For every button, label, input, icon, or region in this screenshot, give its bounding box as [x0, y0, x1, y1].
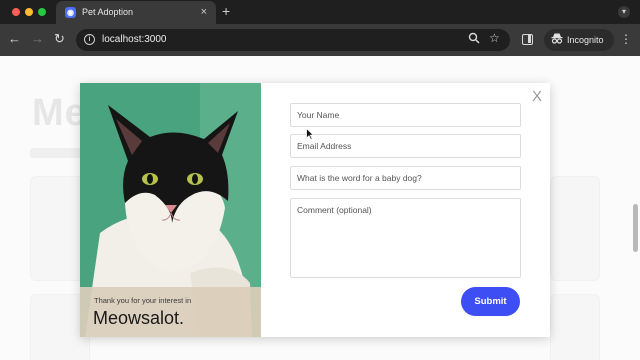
browser-menu-icon[interactable]: ⋮	[620, 32, 632, 46]
caption-intro-text: Thank you for your interest in	[94, 296, 192, 305]
browser-tab-bar: ◉ Pet Adoption × + ▾	[0, 0, 640, 24]
security-question-input[interactable]	[290, 166, 521, 190]
tab-close-icon[interactable]: ×	[201, 6, 207, 18]
tab-title: Pet Adoption	[82, 7, 134, 17]
adoption-modal: Thank you for your interest in Meowsalot…	[80, 83, 550, 337]
minimize-window-button[interactable]	[25, 8, 33, 16]
maximize-window-button[interactable]	[38, 8, 46, 16]
new-tab-button[interactable]: +	[222, 4, 230, 18]
reload-button[interactable]: ↻	[54, 32, 65, 46]
submit-button[interactable]: Submit	[461, 287, 520, 316]
url-text[interactable]: localhost:3000	[102, 34, 167, 45]
back-button[interactable]: ←	[8, 32, 21, 46]
incognito-label: Incognito	[567, 35, 604, 45]
close-window-button[interactable]	[12, 8, 20, 16]
tab-search-icon[interactable]: ▾	[618, 6, 630, 18]
forward-button[interactable]: →	[31, 32, 44, 46]
comment-textarea[interactable]	[290, 198, 521, 278]
page-viewport: Me	[0, 56, 640, 360]
browser-tab[interactable]: ◉ Pet Adoption ×	[56, 1, 216, 24]
email-input[interactable]	[290, 134, 521, 158]
name-input[interactable]	[290, 103, 521, 127]
pet-name: Meowsalot.	[93, 308, 185, 328]
modal-close-button[interactable]: X	[532, 89, 542, 105]
incognito-icon	[551, 33, 563, 47]
page-scrollbar[interactable]	[633, 204, 638, 252]
address-bar[interactable]: i localhost:3000 ☆	[76, 29, 510, 51]
favicon-icon: ◉	[65, 7, 76, 18]
mouse-cursor-icon	[306, 128, 314, 140]
photo-caption: Thank you for your interest in Meowsalot…	[80, 287, 261, 337]
browser-toolbar: ← → ↻ i localhost:3000 ☆ Incognito ⋮	[0, 24, 640, 56]
zoom-icon[interactable]	[468, 32, 480, 47]
side-panel-icon[interactable]	[522, 34, 533, 45]
bookmark-star-icon[interactable]: ☆	[489, 31, 500, 45]
incognito-badge[interactable]: Incognito	[544, 29, 614, 51]
site-info-icon[interactable]: i	[84, 34, 95, 45]
